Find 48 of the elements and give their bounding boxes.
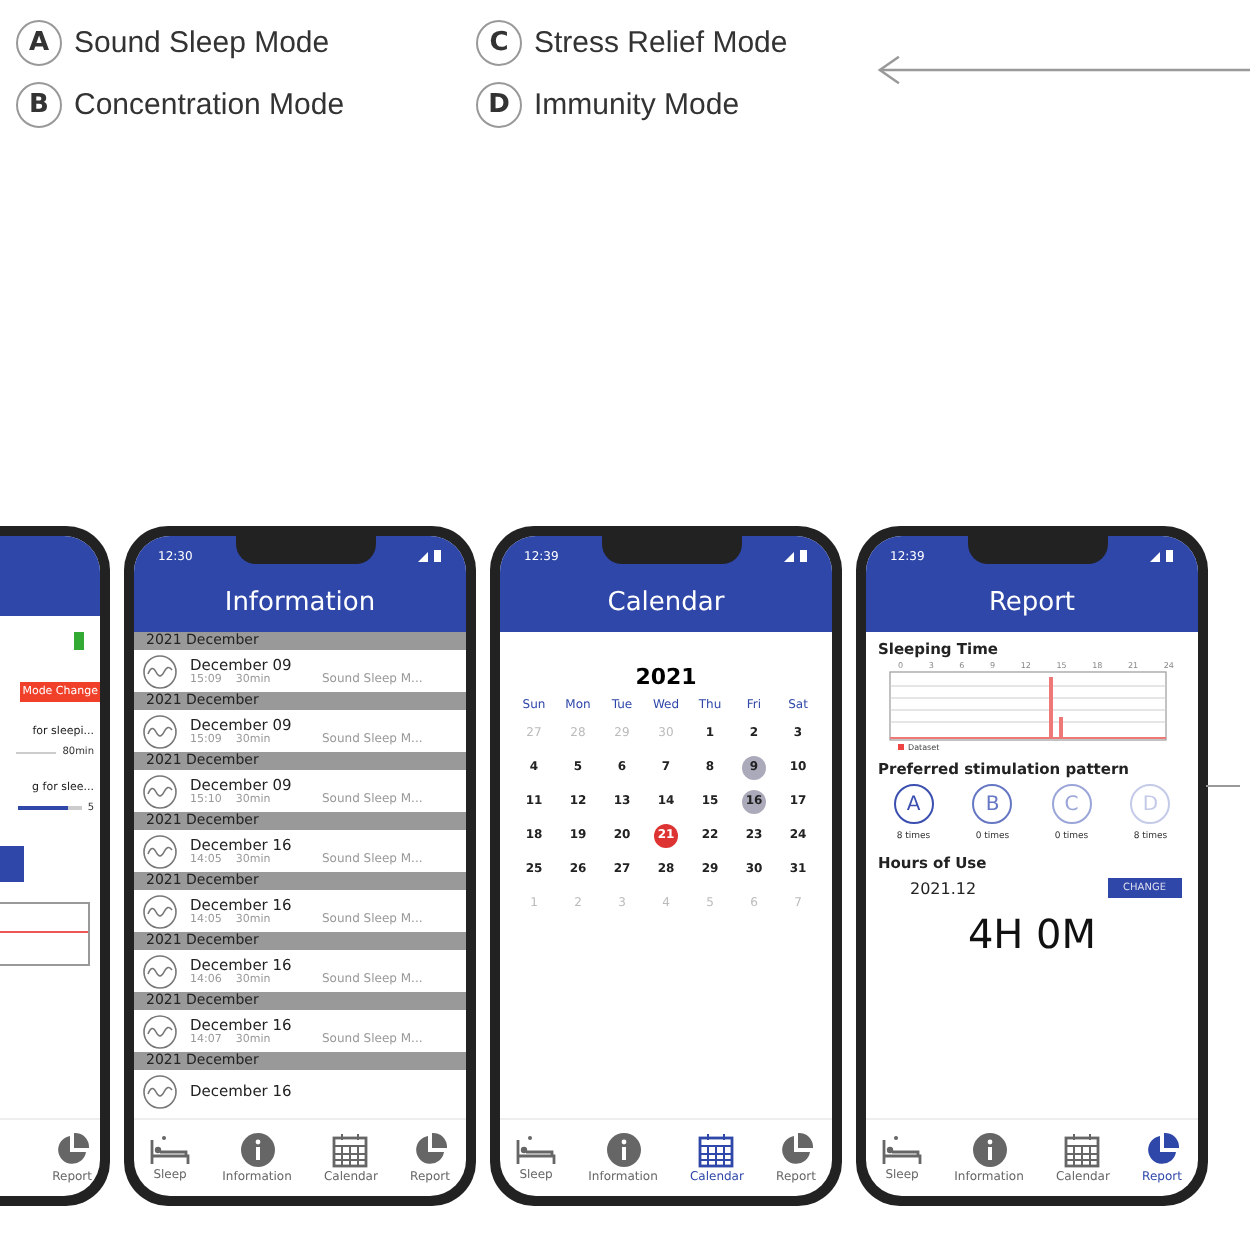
- pattern-badge[interactable]: B: [972, 784, 1013, 824]
- wave-icon: [142, 713, 178, 749]
- calendar-year: 2021: [633, 664, 699, 690]
- battery-indicator: [74, 632, 84, 650]
- pattern-badge[interactable]: A: [893, 784, 934, 824]
- signal-battery-icon: [783, 550, 808, 562]
- total-hours: 4H 0M: [965, 910, 1099, 958]
- mode-label: Concentration Mode: [74, 88, 345, 122]
- mode-label: Sound Sleep Mode: [74, 26, 330, 60]
- signal-battery-icon: [417, 550, 442, 562]
- mode-letter-badge: C: [476, 20, 522, 66]
- mode-letter-badge: B: [16, 82, 62, 128]
- month-label: 2021.12: [910, 879, 977, 897]
- signal-battery-icon: [1149, 550, 1174, 562]
- camera-notch: [235, 536, 376, 564]
- leader-line: [1206, 785, 1240, 787]
- wave-icon: [142, 893, 178, 929]
- calendar-icon: [698, 1132, 735, 1168]
- bed-icon: [516, 1134, 557, 1166]
- mode-label: Immunity Mode: [534, 88, 740, 122]
- graph-panel: [0, 902, 90, 966]
- mode-letter-badge: A: [16, 20, 62, 66]
- start-button[interactable]: [0, 846, 24, 882]
- screen-title: Report: [986, 586, 1078, 622]
- info-icon: [239, 1132, 275, 1168]
- bed-icon: [882, 1134, 923, 1166]
- pie-chart-icon: [54, 1132, 91, 1168]
- screen-title: Calendar: [605, 586, 727, 622]
- mode-label: Stress Relief Mode: [534, 26, 788, 60]
- info-icon: [971, 1132, 1007, 1168]
- camera-notch: [967, 536, 1108, 564]
- wave-icon: [142, 833, 178, 869]
- wave-icon: [142, 1013, 178, 1049]
- calendar-icon: [1064, 1132, 1101, 1168]
- wave-icon: [142, 953, 178, 989]
- pie-chart-icon: [411, 1132, 448, 1168]
- bed-icon: [150, 1134, 191, 1166]
- wave-icon: [142, 773, 178, 809]
- pie-chart-icon: [777, 1132, 814, 1168]
- mode-letter-badge: D: [476, 82, 522, 128]
- calendar-icon: [332, 1132, 369, 1168]
- info-icon: [605, 1132, 641, 1168]
- camera-notch: [601, 536, 742, 564]
- wave-icon: [142, 1073, 178, 1109]
- pie-chart-icon: [1143, 1132, 1180, 1168]
- app-header: [0, 536, 100, 616]
- screen-title: Information: [222, 586, 378, 622]
- wave-icon: [142, 653, 178, 689]
